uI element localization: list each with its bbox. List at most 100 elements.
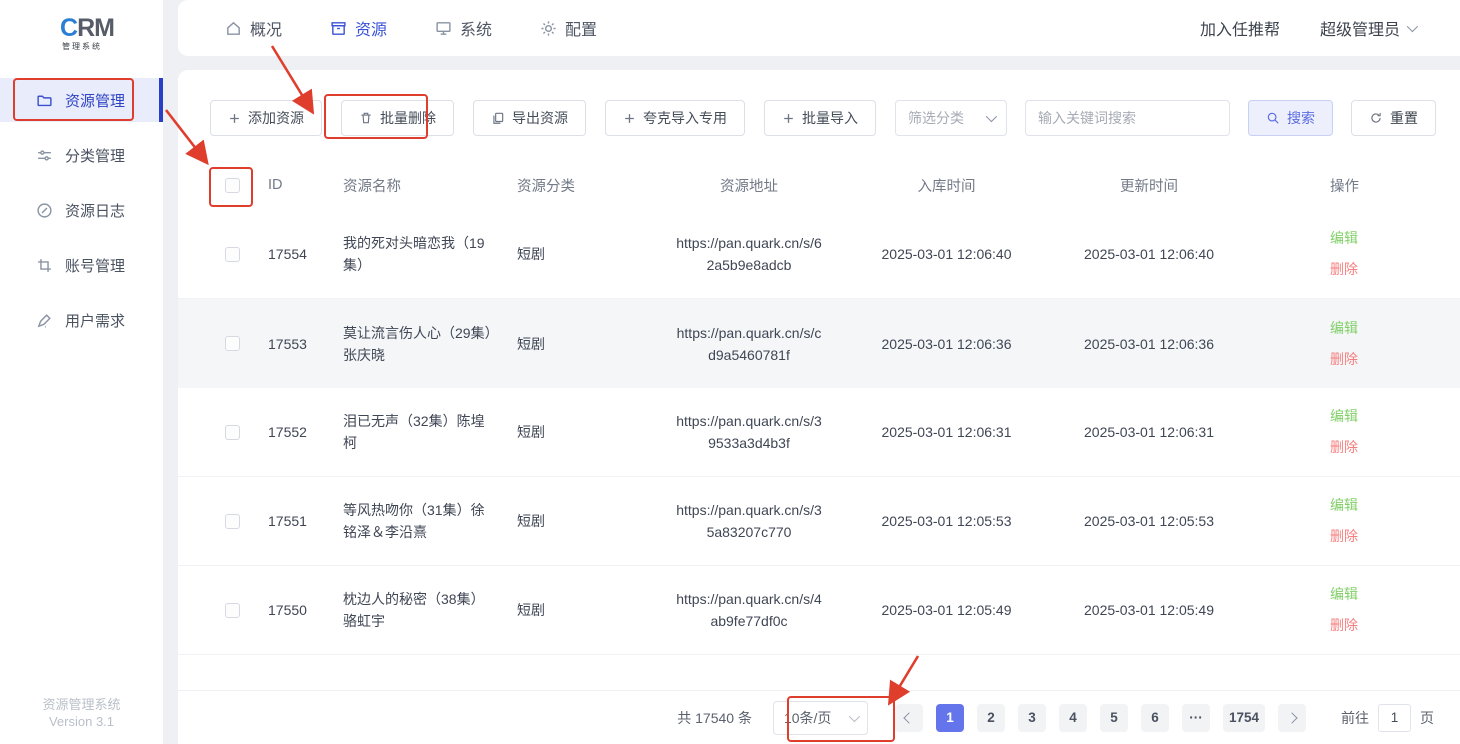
delete-link[interactable]: 删除: [1330, 344, 1358, 375]
delete-link[interactable]: 删除: [1330, 610, 1358, 641]
folder-icon: [36, 92, 53, 109]
cell-created: 2025-03-01 12:06:40: [849, 246, 1044, 262]
quark-import-button[interactable]: 夸克导入专用: [605, 100, 745, 136]
cell-id: 17553: [252, 336, 332, 352]
row-checkbox[interactable]: [225, 425, 240, 440]
edit-link[interactable]: 编辑: [1330, 313, 1358, 344]
copy-icon: [491, 111, 505, 125]
page-button-5[interactable]: 5: [1100, 704, 1128, 732]
tab-settings[interactable]: 配置: [540, 16, 597, 40]
cell-category: 短剧: [507, 511, 649, 531]
search-icon: [1266, 111, 1280, 125]
delete-link[interactable]: 删除: [1330, 521, 1358, 552]
col-updated: 更新时间: [1044, 175, 1254, 196]
reset-button[interactable]: 重置: [1351, 100, 1436, 136]
page-size-select[interactable]: 10条/页: [773, 701, 868, 735]
col-actions: 操作: [1254, 175, 1460, 196]
chevron-right-icon: [1286, 712, 1297, 723]
row-checkbox[interactable]: [225, 514, 240, 529]
goto-page-input[interactable]: [1378, 704, 1411, 732]
sidebar-item-category-management[interactable]: 分类管理: [0, 133, 163, 177]
page-button-3[interactable]: 3: [1018, 704, 1046, 732]
top-header: 概况 资源 系统 配置 加入任推帮 超级管理员: [178, 0, 1460, 56]
home-icon: [225, 20, 242, 37]
table-row: 17553 莫让流言伤人心（29集）张庆晓 短剧 https://pan.qua…: [178, 299, 1460, 388]
edit-link[interactable]: 编辑: [1330, 579, 1358, 610]
cell-url: https://pan.quark.cn/s/cd9a5460781f: [649, 322, 849, 366]
tab-resources[interactable]: 资源: [330, 16, 387, 40]
delete-link[interactable]: 删除: [1330, 254, 1358, 285]
tab-system[interactable]: 系统: [435, 16, 492, 40]
chevron-down-icon: [849, 710, 860, 721]
cell-updated: 2025-03-01 12:05:53: [1044, 513, 1254, 529]
batch-delete-button[interactable]: 批量删除: [341, 100, 454, 136]
chevron-left-icon: [903, 712, 914, 723]
log-circle-icon: [36, 202, 53, 219]
archive-box-icon: [330, 20, 347, 37]
cell-name: 我的死对头暗恋我（19集）: [332, 232, 507, 276]
app-name: 资源管理系统: [0, 696, 163, 713]
keyword-search-input[interactable]: [1025, 100, 1230, 136]
tab-label: 概况: [250, 16, 282, 40]
join-promotion-link[interactable]: 加入任推帮: [1200, 16, 1280, 40]
user-name: 超级管理员: [1320, 16, 1400, 40]
table-row: 17551 等风热吻你（31集）徐铭泽＆李沿熹 短剧 https://pan.q…: [178, 477, 1460, 566]
cell-id: 17550: [252, 602, 332, 618]
batch-import-button[interactable]: 批量导入: [764, 100, 876, 136]
table-row: 17552 泪已无声（32集）陈堭柯 短剧 https://pan.quark.…: [178, 388, 1460, 477]
cell-id: 17551: [252, 513, 332, 529]
cell-name: 等风热吻你（31集）徐铭泽＆李沿熹: [332, 499, 507, 543]
sidebar-item-resource-log[interactable]: 资源日志: [0, 188, 163, 232]
page-ellipsis[interactable]: ···: [1182, 704, 1210, 732]
toolbar: 添加资源 批量删除 导出资源 夸克导入专用 批量导入 筛选分类 搜索: [178, 70, 1460, 136]
prev-page-button[interactable]: [895, 704, 923, 732]
pen-icon: [36, 312, 53, 329]
sidebar-item-label: 分类管理: [65, 145, 125, 166]
next-page-button[interactable]: [1278, 704, 1306, 732]
delete-link[interactable]: 删除: [1330, 432, 1358, 463]
page-button-1[interactable]: 1: [936, 704, 964, 732]
page-button-4[interactable]: 4: [1059, 704, 1087, 732]
cell-created: 2025-03-01 12:05:53: [849, 513, 1044, 529]
cell-updated: 2025-03-01 12:06:36: [1044, 336, 1254, 352]
tab-overview[interactable]: 概况: [225, 16, 282, 40]
cell-id: 17554: [252, 246, 332, 262]
resource-table: ID 资源名称 资源分类 资源地址 入库时间 更新时间 操作 17554 我的死…: [178, 160, 1460, 744]
table-row: 17550 枕边人的秘密（38集）骆虹宇 短剧 https://pan.quar…: [178, 566, 1460, 655]
select-all-checkbox[interactable]: [225, 178, 240, 193]
sidebar-item-user-requests[interactable]: 用户需求: [0, 298, 163, 342]
cell-updated: 2025-03-01 12:05:49: [1044, 602, 1254, 618]
row-checkbox[interactable]: [225, 336, 240, 351]
cell-created: 2025-03-01 12:06:36: [849, 336, 1044, 352]
page-button-6[interactable]: 6: [1141, 704, 1169, 732]
sidebar-item-resource-management[interactable]: 资源管理: [0, 78, 163, 122]
goto-label: 前往: [1341, 708, 1369, 728]
tab-label: 资源: [355, 16, 387, 40]
sidebar-footer: 资源管理系统 Version 3.1: [0, 696, 163, 730]
sliders-icon: [36, 147, 53, 164]
sidebar-nav: 资源管理 分类管理 资源日志 账号管理 用户需求: [0, 78, 163, 342]
add-resource-button[interactable]: 添加资源: [210, 100, 322, 136]
trash-icon: [359, 111, 373, 125]
plus-icon: [228, 112, 241, 125]
edit-link[interactable]: 编辑: [1330, 223, 1358, 254]
cell-updated: 2025-03-01 12:06:31: [1044, 424, 1254, 440]
col-id: ID: [252, 177, 332, 193]
user-menu[interactable]: 超级管理员: [1320, 16, 1415, 40]
row-checkbox[interactable]: [225, 247, 240, 262]
refresh-icon: [1369, 111, 1383, 125]
cell-updated: 2025-03-01 12:06:40: [1044, 246, 1254, 262]
search-button[interactable]: 搜索: [1248, 100, 1333, 136]
chevron-down-icon: [986, 111, 997, 122]
page-button-last[interactable]: 1754: [1223, 704, 1265, 732]
sidebar-item-account-management[interactable]: 账号管理: [0, 243, 163, 287]
row-checkbox[interactable]: [225, 603, 240, 618]
plus-icon: [623, 112, 636, 125]
export-resource-button[interactable]: 导出资源: [473, 100, 586, 136]
category-filter-select[interactable]: 筛选分类: [895, 100, 1007, 136]
page-button-2[interactable]: 2: [977, 704, 1005, 732]
cell-category: 短剧: [507, 600, 649, 620]
edit-link[interactable]: 编辑: [1330, 490, 1358, 521]
edit-link[interactable]: 编辑: [1330, 401, 1358, 432]
cell-url: https://pan.quark.cn/s/4ab9fe77df0c: [649, 588, 849, 632]
